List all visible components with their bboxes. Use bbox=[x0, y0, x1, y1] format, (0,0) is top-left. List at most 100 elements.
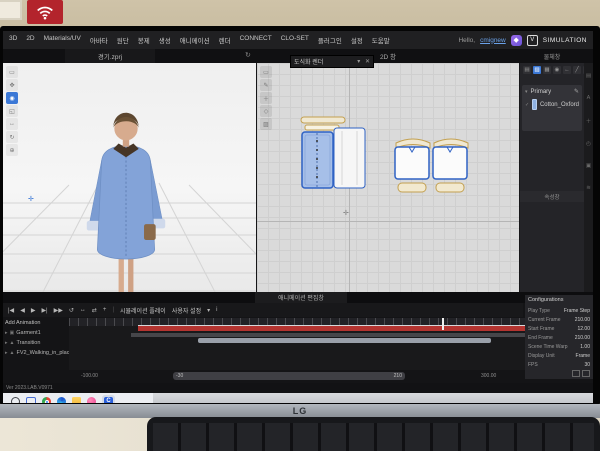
config-value[interactable]: 30 bbox=[584, 362, 590, 368]
menu-fabric[interactable]: 원단 bbox=[117, 35, 129, 45]
step-forward-icon[interactable]: ▶| bbox=[41, 307, 47, 314]
record-icon[interactable]: + bbox=[103, 307, 107, 313]
config-value[interactable]: 210.00 bbox=[575, 335, 590, 341]
snap-icon[interactable]: ◴ bbox=[586, 141, 591, 147]
texture-icon[interactable]: ▦ bbox=[543, 66, 551, 74]
simulation-settings-button[interactable]: 사용자 설정 bbox=[172, 306, 201, 315]
config-label: Display Unit bbox=[528, 353, 555, 359]
timeline-tab[interactable]: 애니메이션 편집창 bbox=[255, 292, 347, 303]
select-tool-icon[interactable]: ▭ bbox=[6, 66, 18, 78]
menu-clo-set[interactable]: CLO-SET bbox=[281, 35, 309, 45]
scene-list-icon[interactable]: ▤ bbox=[523, 66, 531, 74]
avatar-3d[interactable] bbox=[76, 99, 176, 311]
zoom-tool-icon[interactable]: ⊕ bbox=[6, 144, 18, 156]
clo-app-icon[interactable]: C bbox=[104, 397, 113, 403]
separator: | bbox=[112, 307, 114, 313]
loop-icon[interactable]: ↺ bbox=[69, 307, 74, 314]
pattern-pieces[interactable] bbox=[257, 63, 519, 292]
walk-motion-clip-bar[interactable] bbox=[198, 338, 491, 343]
track-garment[interactable]: ▸ ▣ Garment1 bbox=[3, 328, 69, 338]
menu-settings[interactable]: 설정 bbox=[351, 35, 363, 45]
transition-clip-bar[interactable] bbox=[131, 333, 525, 337]
play-icon[interactable]: ▶ bbox=[31, 307, 36, 314]
caret-icon[interactable]: ▸ bbox=[5, 350, 8, 356]
pin-tool-icon[interactable]: ◱ bbox=[6, 105, 18, 117]
config-value[interactable]: Frame bbox=[576, 353, 590, 359]
caret-down-icon[interactable]: ▾ bbox=[525, 89, 528, 95]
button-icon[interactable]: ◉ bbox=[553, 66, 561, 74]
windows-taskbar: C bbox=[3, 393, 153, 403]
screen-bottom-edge bbox=[153, 393, 593, 403]
chrome-icon[interactable] bbox=[42, 397, 51, 403]
simulation-toggle[interactable]: SIMULATION bbox=[543, 37, 587, 44]
collapse-icon[interactable]: ▾ bbox=[357, 59, 360, 65]
file-explorer-icon[interactable] bbox=[72, 397, 81, 403]
menu-avatar[interactable]: 아바타 bbox=[90, 35, 108, 45]
caret-icon[interactable]: ▸ bbox=[5, 340, 8, 346]
annotate-icon[interactable]: A bbox=[587, 95, 591, 101]
layers-icon[interactable]: ▤ bbox=[586, 73, 591, 79]
config-value[interactable]: 12.00 bbox=[577, 326, 590, 332]
track-transition[interactable]: ▸ ▲ Transition bbox=[3, 338, 69, 348]
username-link[interactable]: cmignew bbox=[480, 37, 506, 44]
fabric-group-row[interactable]: ▾ Primary ✎ bbox=[522, 85, 582, 98]
grid-icon[interactable]: ▣ bbox=[586, 163, 591, 169]
arrow-left-icon[interactable]: ← bbox=[563, 66, 571, 74]
config-value[interactable]: Frame Step bbox=[564, 308, 590, 314]
menu-create[interactable]: 생성 bbox=[159, 35, 171, 45]
menu-materials-uv[interactable]: Materials/UV bbox=[44, 35, 81, 45]
project-tab[interactable]: 경기.zprj bbox=[65, 49, 155, 63]
menu-render[interactable]: 렌더 bbox=[219, 35, 231, 45]
fabric-item-row[interactable]: ✓ Cotton_Oxford bbox=[522, 98, 582, 111]
viewport-3d[interactable]: ▭ ✥ ◉ ◱ ↔ ↻ ⊕ ✛ bbox=[3, 63, 256, 292]
swap-icon[interactable]: ⇄ bbox=[92, 307, 97, 314]
menu-animation[interactable]: 애니메이션 bbox=[180, 35, 210, 45]
skip-start-icon[interactable]: |◀ bbox=[8, 307, 14, 314]
measure-tool-icon[interactable]: ↔ bbox=[6, 118, 18, 130]
fabric-swatch[interactable] bbox=[532, 99, 537, 110]
photos-icon[interactable] bbox=[87, 397, 96, 403]
garment-clip-bar[interactable] bbox=[138, 325, 525, 331]
config-row: End Frame 210.00 bbox=[528, 333, 590, 342]
edit-pencil-icon[interactable]: ✎ bbox=[574, 88, 579, 95]
timeline-scrollbar[interactable]: -30 210 bbox=[173, 372, 405, 380]
close-icon[interactable]: ✕ bbox=[365, 59, 370, 65]
float-window-header[interactable]: 도식화 렌더 ▾ ✕ bbox=[290, 55, 374, 68]
config-value[interactable]: 210.00 bbox=[575, 317, 590, 323]
refresh-icon[interactable]: ↻ bbox=[245, 51, 251, 59]
connect-badge-icon[interactable]: ◆ bbox=[511, 35, 522, 46]
search-icon[interactable] bbox=[11, 397, 20, 403]
expand-icon[interactable] bbox=[582, 370, 590, 377]
rotate-tool-icon[interactable]: ↻ bbox=[6, 131, 18, 143]
axis-gizmo-icon[interactable]: ✛ bbox=[28, 195, 34, 203]
caret-icon[interactable]: ▸ bbox=[5, 330, 8, 336]
edge-icon[interactable] bbox=[57, 397, 66, 403]
menu-plugin[interactable]: 플러그인 bbox=[318, 35, 342, 45]
simulation-play-button[interactable]: 시뮬레이션 플레이 bbox=[120, 306, 166, 315]
wave-icon[interactable]: ≋ bbox=[586, 185, 591, 191]
menu-help[interactable]: 도움말 bbox=[372, 35, 390, 45]
needle-icon[interactable]: ╱ bbox=[573, 66, 581, 74]
fabric-tab-icon[interactable]: ▨ bbox=[533, 66, 541, 74]
active-tool-icon[interactable]: ◉ bbox=[6, 92, 18, 104]
range-icon[interactable]: ↔ bbox=[80, 307, 86, 313]
add-icon[interactable]: ＋ bbox=[586, 117, 592, 125]
menu-2d[interactable]: 2D bbox=[26, 35, 34, 45]
menu-3d[interactable]: 3D bbox=[9, 35, 17, 45]
viewport-2d[interactable]: ✛ ▭ ✎ ＋ ◇ ▨ bbox=[257, 63, 519, 292]
object-panel-title: 물체창 bbox=[520, 49, 584, 63]
timeline-canvas[interactable] bbox=[69, 318, 525, 370]
settings-caret-icon[interactable]: ▾ bbox=[207, 307, 210, 314]
track-walk-motion[interactable]: ▸ ▲ FV2_Walking_in_place_0.. bbox=[3, 348, 69, 358]
config-value[interactable]: 1.00 bbox=[580, 344, 590, 350]
task-view-icon[interactable] bbox=[26, 397, 36, 404]
add-animation-button[interactable]: Add Animation bbox=[3, 318, 69, 328]
info-icon[interactable]: i bbox=[216, 307, 217, 313]
menu-connect[interactable]: CONNECT bbox=[240, 35, 272, 45]
move-tool-icon[interactable]: ✥ bbox=[6, 79, 18, 91]
menu-sewing[interactable]: 봉제 bbox=[138, 35, 150, 45]
skip-end-icon[interactable]: ▶▶ bbox=[54, 307, 63, 314]
playhead[interactable] bbox=[442, 318, 444, 330]
step-back-icon[interactable]: ◀ bbox=[20, 307, 25, 314]
dock-icon[interactable] bbox=[572, 370, 580, 377]
